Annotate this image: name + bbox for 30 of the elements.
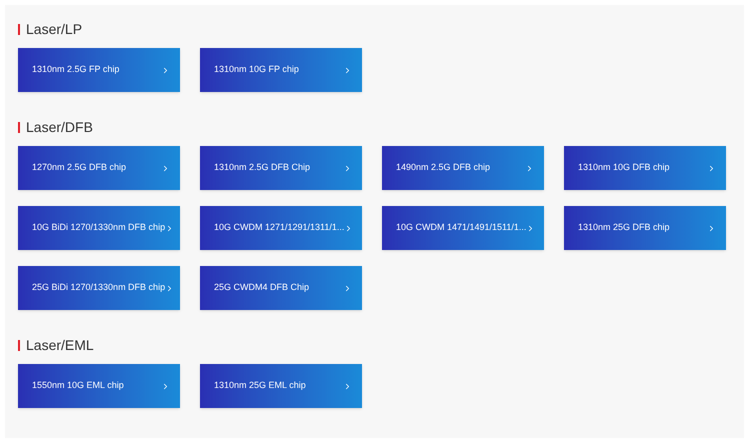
product-link[interactable]: 10G BiDi 1270/1330nm DFB chip: [18, 206, 180, 250]
product-link[interactable]: 10G CWDM 1271/1291/1311/1...: [200, 206, 362, 250]
chevron-right-icon: [343, 66, 352, 74]
chevron-right-icon: [343, 164, 352, 172]
chevron-right-icon: [161, 66, 170, 74]
accent-bar-icon: [18, 122, 20, 132]
product-link[interactable]: 1310nm 10G FP chip: [200, 48, 362, 92]
product-link[interactable]: 25G CWDM4 DFB Chip: [200, 266, 362, 310]
section-title: Laser/EML: [26, 336, 94, 354]
section-title: Laser/LP: [26, 20, 82, 38]
product-link[interactable]: 1310nm 25G DFB chip: [564, 206, 726, 250]
product-link[interactable]: 1270nm 2.5G DFB chip: [18, 146, 180, 190]
chevron-right-icon: [161, 382, 170, 390]
product-link[interactable]: 25G BiDi 1270/1330nm DFB chip: [18, 266, 180, 310]
chevron-right-icon: [525, 164, 534, 172]
section-title: Laser/DFB: [26, 118, 93, 136]
chevron-right-icon: [707, 224, 716, 232]
accent-bar-icon: [18, 24, 20, 34]
product-link[interactable]: 1310nm 25G EML chip: [200, 364, 362, 408]
accent-bar-icon: [18, 340, 20, 350]
product-link[interactable]: 1490nm 2.5G DFB chip: [382, 146, 544, 190]
product-link[interactable]: 1310nm 10G DFB chip: [564, 146, 726, 190]
product-link[interactable]: 10G CWDM 1471/1491/1511/1...: [382, 206, 544, 250]
chevron-right-icon: [343, 284, 352, 292]
product-link[interactable]: 1310nm 2.5G FP chip: [18, 48, 180, 92]
chevron-right-icon: [343, 382, 352, 390]
chevron-right-icon: [161, 164, 170, 172]
chevron-right-icon: [707, 164, 716, 172]
product-link[interactable]: 1550nm 10G EML chip: [18, 364, 180, 408]
product-link[interactable]: 1310nm 2.5G DFB Chip: [200, 146, 362, 190]
